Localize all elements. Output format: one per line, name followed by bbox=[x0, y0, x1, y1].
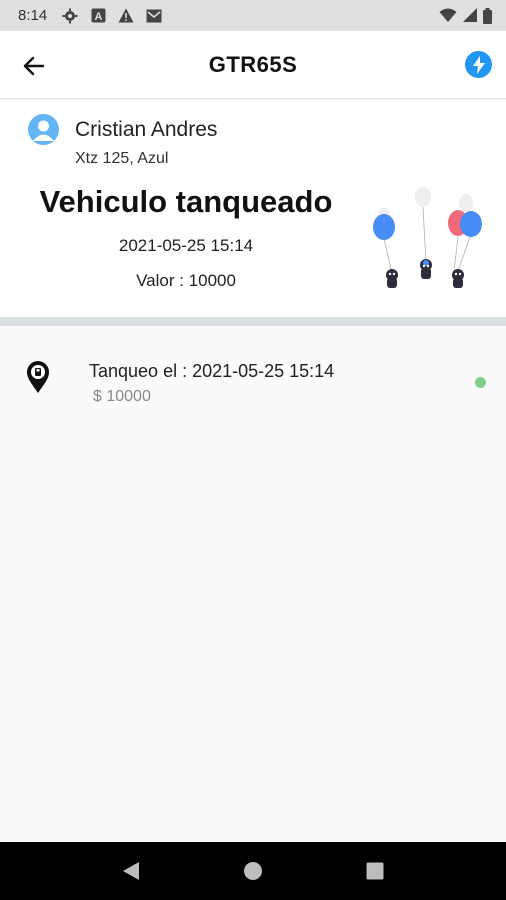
nav-back-button[interactable] bbox=[111, 851, 151, 891]
flash-button[interactable] bbox=[465, 51, 492, 78]
svg-text:A: A bbox=[94, 11, 102, 23]
list-item-title: Tanqueo el : 2021-05-25 15:14 bbox=[89, 361, 335, 381]
recents-nav-icon bbox=[366, 862, 384, 880]
refuel-date: 2021-05-25 15:14 bbox=[118, 236, 254, 255]
signal-icon bbox=[463, 8, 477, 22]
battery-icon bbox=[483, 7, 492, 24]
status-headline: Vehiculo tanqueado bbox=[39, 184, 333, 219]
a-icon: A bbox=[89, 7, 107, 25]
app-bar: GTR65S bbox=[0, 31, 506, 99]
user-name: Cristian Andres bbox=[75, 118, 218, 141]
arrow-left-icon bbox=[23, 56, 45, 76]
user-icon bbox=[33, 120, 54, 141]
balloons-illustration bbox=[360, 185, 490, 295]
status-dot bbox=[475, 377, 486, 388]
avatar bbox=[28, 114, 59, 145]
vehicle-description: Xtz 125, Azul bbox=[75, 150, 169, 167]
list-item-amount: $ 10000 bbox=[93, 388, 151, 405]
page-title: GTR65S bbox=[208, 51, 298, 77]
refuel-value: Valor : 10000 bbox=[136, 271, 236, 290]
status-bar: 8:14 A bbox=[0, 0, 506, 31]
wifi-icon bbox=[439, 8, 457, 22]
mail-icon bbox=[145, 7, 163, 25]
warning-icon bbox=[117, 7, 135, 25]
status-right-icons bbox=[439, 7, 492, 24]
system-nav-bar bbox=[0, 842, 506, 900]
back-nav-icon bbox=[123, 862, 139, 880]
flash-icon bbox=[472, 55, 485, 74]
section-divider bbox=[0, 317, 506, 326]
list-item[interactable]: Tanqueo el : 2021-05-25 15:14 $ 10000 bbox=[0, 345, 506, 415]
nav-home-button[interactable] bbox=[233, 851, 273, 891]
settings-icon bbox=[61, 7, 79, 25]
back-button[interactable] bbox=[18, 50, 50, 82]
home-nav-icon bbox=[244, 862, 262, 880]
nav-recents-button[interactable] bbox=[355, 851, 395, 891]
fuel-pin-icon bbox=[26, 360, 50, 394]
summary-card: Cristian Andres Xtz 125, Azul Vehiculo t… bbox=[0, 100, 506, 317]
status-time: 8:14 bbox=[18, 7, 48, 24]
